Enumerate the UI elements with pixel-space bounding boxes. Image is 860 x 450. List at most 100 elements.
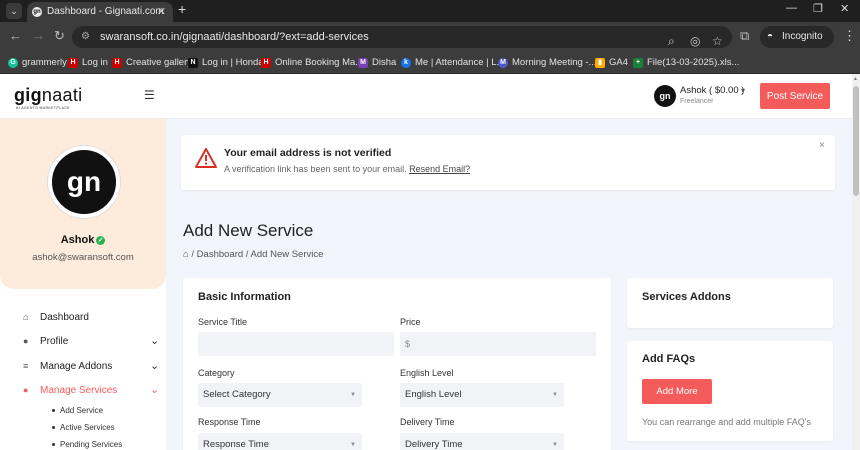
caret-down-icon: ▼ <box>350 442 356 448</box>
profile-avatar: gn <box>48 146 120 218</box>
sidebar-item-profile[interactable]: ● Profile ⌄ <box>0 334 166 350</box>
bookmarks-bar: Ggrammerly H Log in H Creative gallery N Lo… <box>0 52 860 74</box>
minimize-icon[interactable]: — <box>786 2 797 14</box>
incognito-badge[interactable]: ◓ Incognito (3) <box>760 26 834 64</box>
profile-name: Ashok ✓ <box>60 234 106 246</box>
bookmark-item[interactable]: M Disha <box>358 52 396 74</box>
services-addons-card: Services Addons <box>627 278 833 328</box>
zoom-icon[interactable]: ⌕ <box>668 30 675 52</box>
add-faqs-card: Add FAQs Add More You can rearrange and … <box>627 341 833 441</box>
bookmark-item[interactable]: k Me | Attendance | L... <box>401 52 504 74</box>
window-close-icon[interactable]: ✕ <box>840 2 849 15</box>
scrollbar-thumb[interactable] <box>853 86 859 196</box>
back-icon[interactable]: ← <box>9 28 22 43</box>
bookmark-favicon-icon: M <box>358 58 368 68</box>
bookmark-favicon-icon: k <box>401 58 411 68</box>
bookmark-star-icon[interactable]: ☆ <box>712 30 723 52</box>
url-text: swaransoft.co.in/gignaati/dashboard/?ext… <box>100 31 369 43</box>
scroll-up-icon[interactable]: ▲ <box>853 76 858 82</box>
site-info-icon[interactable]: ⚙ <box>81 26 90 48</box>
card-heading: Add FAQs <box>642 353 696 365</box>
reload-icon[interactable]: ↻ <box>54 28 65 44</box>
resend-email-link[interactable]: Resend Email? <box>409 164 470 174</box>
category-label: Category <box>198 368 235 378</box>
bookmark-favicon-icon: ▮ <box>595 58 605 68</box>
bookmark-item[interactable]: ▮ GA4 <box>595 52 628 74</box>
bookmark-item[interactable]: Ggrammerly <box>8 52 67 74</box>
home-icon[interactable]: ⌂ <box>183 249 189 260</box>
bookmark-favicon-icon: M <box>498 58 508 68</box>
sidebar-item-dashboard[interactable]: ⌂ Dashboard <box>0 310 166 326</box>
response-time-label: Response Time <box>198 417 261 427</box>
tab-search-icon[interactable]: ⌄ <box>6 3 22 19</box>
basic-information-card: Basic Information Service Title Price $ … <box>183 278 611 450</box>
bookmark-favicon-icon: N <box>188 58 198 68</box>
delivery-time-label: Delivery Time <box>400 417 455 427</box>
chevron-down-icon: ⌄ <box>150 335 160 347</box>
bookmark-item[interactable]: N Log in | Honda <box>188 52 264 74</box>
browser-menu-icon[interactable]: ⋮ <box>843 28 856 44</box>
extensions-icon[interactable]: ⧉ <box>740 28 749 44</box>
bookmark-item[interactable]: M Morning Meeting -... <box>498 52 596 74</box>
bookmark-favicon-icon: + <box>633 58 643 68</box>
alert-title: Your email address is not verified <box>224 147 392 159</box>
caret-down-icon: ▼ <box>552 392 558 398</box>
chevron-down-icon: ⌄ <box>150 384 160 396</box>
browser-tab[interactable]: gn Dashboard - Gignaati.com ✕ <box>27 2 173 22</box>
service-title-label: Service Title <box>198 317 248 327</box>
warning-icon <box>195 148 217 168</box>
submenu-active-services[interactable]: Active Services <box>52 423 115 432</box>
user-role: Freelancer <box>680 98 714 105</box>
bookmark-favicon-icon: H <box>112 58 122 68</box>
menu-toggle-icon[interactable]: ☰ <box>144 88 155 102</box>
sidebar: gn Ashok ✓ ashok@swaransoft.com ⌂ Dashboa… <box>0 119 166 450</box>
site-favicon-icon: gn <box>32 7 42 17</box>
layers-icon: ≡ <box>23 361 29 371</box>
page-scrollbar[interactable]: ▲ <box>852 74 860 450</box>
restore-icon[interactable]: ❐ <box>813 2 823 15</box>
email-verification-alert: Your email address is not verified A ver… <box>181 135 835 190</box>
forward-icon[interactable]: → <box>32 28 45 43</box>
new-tab-icon[interactable]: + <box>178 1 186 17</box>
bookmark-favicon-icon: H <box>68 58 78 68</box>
breadcrumb: ⌂ / Dashboard / Add New Service <box>183 249 324 260</box>
tab-close-icon[interactable]: ✕ <box>157 2 166 22</box>
sidebar-item-manage-addons[interactable]: ≡ Manage Addons ⌄ <box>0 359 166 375</box>
submenu-add-service[interactable]: Add Service <box>52 406 103 415</box>
price-label: Price <box>400 317 421 327</box>
service-title-input[interactable] <box>198 332 394 356</box>
bookmark-item[interactable]: H Creative gallery <box>112 52 192 74</box>
card-heading: Basic Information <box>198 291 291 303</box>
site-header: gignaati AI AGENTS MARKETPLACE ☰ gn Asho… <box>0 74 852 119</box>
english-level-select[interactable]: English Level ▼ <box>400 383 564 407</box>
bookmark-item[interactable]: + File(13-03-2025).xls... <box>633 52 739 74</box>
page-viewport: gignaati AI AGENTS MARKETPLACE ☰ gn Asho… <box>0 74 860 450</box>
caret-down-icon: ▼ <box>350 392 356 398</box>
response-time-select[interactable]: Response Time ▼ <box>198 433 362 450</box>
bookmark-favicon-icon: G <box>8 58 18 68</box>
user-dropdown-icon[interactable]: ▾ <box>741 86 745 95</box>
chevron-down-icon: ⌄ <box>150 360 160 372</box>
close-icon[interactable]: × <box>819 140 825 151</box>
verified-check-icon: ✓ <box>96 236 106 245</box>
url-input[interactable]: ⚙ swaransoft.co.in/gignaati/dashboard/?e… <box>72 26 732 48</box>
submenu-pending-services[interactable]: Pending Services <box>52 440 122 449</box>
price-input[interactable]: $ <box>400 332 596 356</box>
bookmark-favicon-icon: H <box>261 58 271 68</box>
incognito-icon: ◓ <box>767 31 774 42</box>
add-more-button[interactable]: Add More <box>642 379 712 404</box>
users-icon: ● <box>23 385 29 395</box>
eye-off-icon[interactable]: ◎ <box>690 30 700 52</box>
delivery-time-select[interactable]: Delivery Time ▼ <box>400 433 564 450</box>
post-service-button[interactable]: Post Service <box>760 83 830 109</box>
site-logo[interactable]: gignaati AI AGENTS MARKETPLACE <box>14 85 82 110</box>
faq-note: You can rearrange and add multiple FAQ's <box>642 417 811 427</box>
user-icon: ● <box>23 336 29 346</box>
avatar[interactable]: gn <box>654 85 676 107</box>
user-name-balance[interactable]: Ashok ( $0.00 ) <box>680 85 744 96</box>
bookmark-item[interactable]: H Log in <box>68 52 108 74</box>
sidebar-item-manage-services[interactable]: ● Manage Services ⌄ <box>0 383 166 399</box>
caret-down-icon: ▼ <box>552 442 558 448</box>
category-select[interactable]: Select Category ▼ <box>198 383 362 407</box>
bookmark-item[interactable]: H Online Booking Ma... <box>261 52 363 74</box>
